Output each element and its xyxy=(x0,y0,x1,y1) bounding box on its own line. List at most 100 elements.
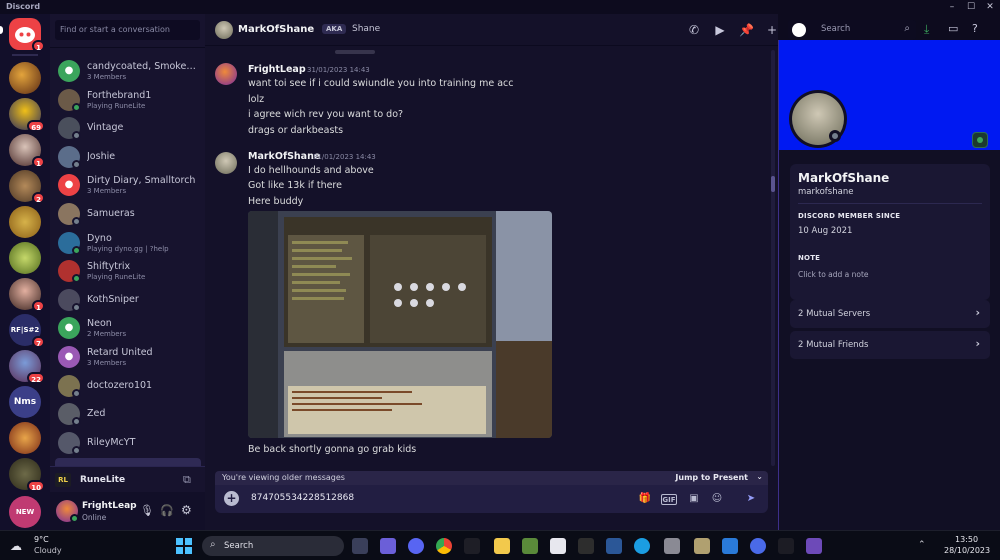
home-button[interactable]: 1 xyxy=(9,18,45,52)
mutual-friends-button[interactable]: 2 Mutual Friends › xyxy=(790,331,990,359)
member-since-value: 10 Aug 2021 xyxy=(798,226,853,236)
taskbar-search[interactable]: ⌕ Search xyxy=(202,536,344,556)
runelite-taskbar-icon[interactable] xyxy=(778,538,794,554)
app-doc-icon[interactable] xyxy=(722,538,738,554)
dm-item[interactable]: Dyno Playing dyno.gg | ?help xyxy=(55,230,201,256)
dm-item[interactable]: RileyMcYT xyxy=(55,430,201,456)
server-helmet[interactable] xyxy=(9,62,41,94)
word-icon[interactable] xyxy=(606,538,622,554)
dm-item[interactable]: Joshie xyxy=(55,144,201,170)
headphones-icon[interactable]: 🎧 xyxy=(160,504,174,517)
profile-toggle-icon[interactable] xyxy=(792,23,806,37)
dm-item[interactable]: doctozero101 xyxy=(55,373,201,399)
server-green[interactable] xyxy=(9,242,41,274)
sticker-icon[interactable]: ▣ xyxy=(687,492,701,506)
microphone-icon[interactable]: 🎙 xyxy=(140,504,154,517)
message-input[interactable]: 874705534228512868 xyxy=(251,493,354,503)
server-anime[interactable]: 22 xyxy=(9,350,45,384)
system-tray-chevron-icon[interactable]: ⌃ xyxy=(918,540,926,550)
server-nms[interactable]: Nms xyxy=(9,386,41,418)
server-badge: 1 xyxy=(32,300,45,312)
message-author[interactable]: FrightLeap xyxy=(248,64,306,75)
dm-divider xyxy=(50,47,205,48)
emoji-icon[interactable]: ☺ xyxy=(710,492,724,506)
app-purple-icon[interactable] xyxy=(806,538,822,554)
teams-icon[interactable] xyxy=(380,538,396,554)
clock-time[interactable]: 13:50 xyxy=(955,535,978,544)
message-avatar[interactable] xyxy=(215,152,237,174)
chat-scrollbar[interactable] xyxy=(771,50,775,466)
dm-name: doctozero101 xyxy=(87,379,153,391)
dm-item[interactable]: ● Neon 2 Members xyxy=(55,315,201,341)
dm-item[interactable]: Samueras xyxy=(55,201,201,227)
help-icon[interactable]: ? xyxy=(972,22,978,35)
dm-item[interactable]: Forthebrand1 Playing RuneLite xyxy=(55,87,201,113)
dm-item[interactable]: ● Retard United 3 Members xyxy=(55,344,201,370)
message-author[interactable]: MarkOfShane xyxy=(248,151,320,162)
message-composer[interactable]: + 874705534228512868 🎁 GIF ▣ ☺ ➤ xyxy=(215,485,768,513)
video-call-icon[interactable]: ▶ xyxy=(713,23,727,37)
dm-item[interactable]: ● Dirty Diary, Smalltorch 3 Members xyxy=(55,172,201,198)
file-explorer-icon[interactable] xyxy=(494,538,510,554)
task-view-icon[interactable] xyxy=(352,538,368,554)
chat-search-input[interactable]: Search ⌕ xyxy=(788,20,916,40)
voice-call-icon[interactable]: ✆ xyxy=(687,23,701,37)
pin-icon[interactable]: 📌 xyxy=(739,23,754,37)
server-fire[interactable] xyxy=(9,422,41,454)
minimize-icon[interactable]: – xyxy=(944,0,960,14)
image-attachment[interactable] xyxy=(248,211,552,438)
server-gold[interactable] xyxy=(9,206,41,238)
dm-item[interactable]: Vintage xyxy=(55,115,201,141)
close-icon[interactable]: ✕ xyxy=(982,0,998,14)
status-indicator-icon xyxy=(72,102,81,112)
edge-icon[interactable] xyxy=(634,538,650,554)
message-avatar[interactable] xyxy=(215,63,237,85)
dm-item[interactable]: ● candycoated, Smoke… 3 Members xyxy=(55,58,201,84)
app-icon[interactable] xyxy=(464,538,480,554)
server-portrait[interactable]: 1 xyxy=(9,134,45,168)
jump-to-present-button[interactable]: Jump to Present xyxy=(675,473,748,482)
gif-icon[interactable]: GIF xyxy=(661,494,677,505)
note-input[interactable]: Click to add a note xyxy=(798,270,869,279)
mutual-servers-button[interactable]: 2 Mutual Servers › xyxy=(790,300,990,328)
dm-item-active[interactable] xyxy=(55,458,201,466)
app-v-icon[interactable] xyxy=(694,538,710,554)
server-emoji[interactable]: 69 xyxy=(9,98,45,132)
server-brown[interactable]: 2 xyxy=(9,170,45,204)
inbox-icon[interactable]: ▭ xyxy=(948,22,958,35)
minecraft-icon[interactable] xyxy=(522,538,538,554)
chrome-icon[interactable] xyxy=(436,538,452,554)
status-indicator-icon xyxy=(72,131,81,141)
activity-bar[interactable]: RL RuneLite ⧉ xyxy=(50,466,205,492)
app-a-icon[interactable] xyxy=(664,538,680,554)
dm-item[interactable]: Shiftytrix Playing RuneLite xyxy=(55,258,201,284)
add-attachment-icon[interactable]: + xyxy=(224,491,239,506)
add-friend-icon[interactable]: + xyxy=(765,23,778,37)
server-new[interactable]: NEW xyxy=(9,496,41,528)
screen-icon[interactable]: ⧉ xyxy=(183,473,191,487)
mutual-friends-label: 2 Mutual Friends xyxy=(798,340,869,350)
discord-taskbar-icon[interactable] xyxy=(408,538,424,554)
server-runescape[interactable]: 10 xyxy=(9,458,45,492)
server-face[interactable]: 1 xyxy=(9,278,45,312)
server-rfs[interactable]: RF|S#2 7 xyxy=(9,314,45,348)
download-icon[interactable]: ⤓ xyxy=(924,22,929,37)
taskbar-search-label: Search xyxy=(224,541,254,551)
send-icon[interactable]: ➤ xyxy=(744,492,758,506)
weather-temp[interactable]: 9°C xyxy=(34,535,49,544)
capcut-icon[interactable] xyxy=(578,538,594,554)
settings-gear-icon[interactable]: ⚙ xyxy=(181,503,192,517)
message-timestamp: 31/01/2023 14:43 xyxy=(307,66,370,74)
gift-icon[interactable]: 🎁 xyxy=(638,492,652,506)
windows-start-icon[interactable] xyxy=(176,538,192,554)
chevron-down-icon[interactable]: ⌄ xyxy=(756,472,763,481)
calendar-icon[interactable] xyxy=(550,538,566,554)
recipient-avatar[interactable] xyxy=(215,21,233,39)
dm-item[interactable]: Zed xyxy=(55,401,201,427)
app-circle-icon[interactable] xyxy=(750,538,766,554)
dm-name: Retard United xyxy=(87,347,153,358)
dm-item[interactable]: KothSniper xyxy=(55,287,201,313)
maximize-icon[interactable]: ☐ xyxy=(963,0,979,14)
scrollbar-thumb[interactable] xyxy=(771,176,775,192)
dm-search-input[interactable]: Find or start a conversation xyxy=(55,20,200,40)
